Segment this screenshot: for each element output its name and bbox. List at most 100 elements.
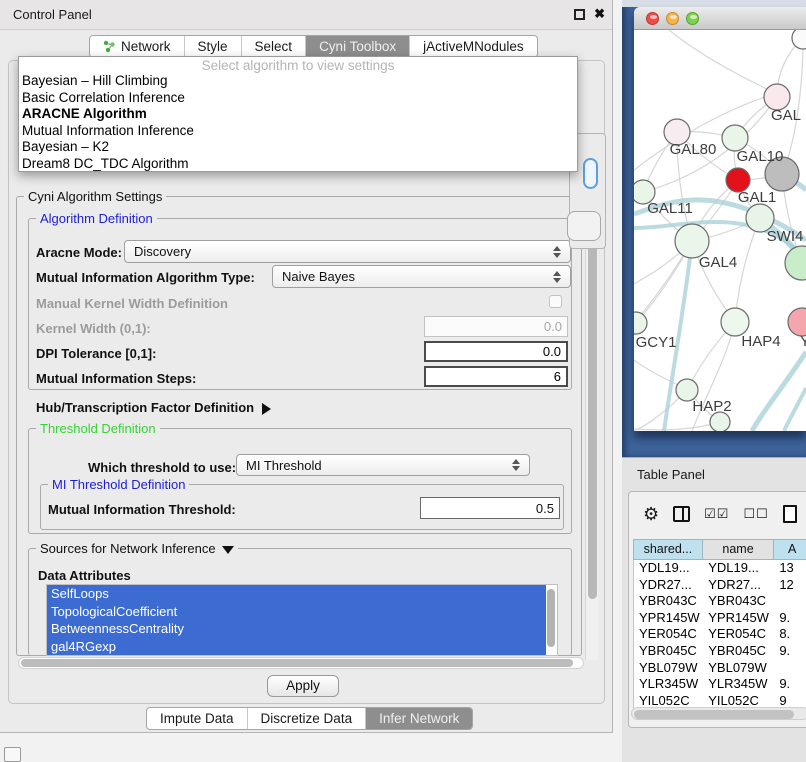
network-node-y[interactable]: [788, 308, 806, 336]
tab-network[interactable]: Network: [90, 36, 185, 57]
network-icon: [103, 40, 116, 53]
control-panel-title: Control Panel: [13, 7, 92, 22]
node-label: GCY1: [636, 334, 677, 351]
attribute-list-item[interactable]: SelfLoops: [47, 585, 546, 603]
attribute-list-item[interactable]: BetweennessCentrality: [47, 620, 546, 638]
data-attributes-list[interactable]: SelfLoopsTopologicalCoefficientBetweenne…: [46, 584, 558, 656]
tab-jactivemnodules[interactable]: jActiveMNodules: [410, 36, 537, 57]
settings-vertical-scrollbar[interactable]: [585, 192, 598, 660]
algorithm-option[interactable]: Bayesian – Hill Climbing: [19, 73, 577, 90]
attribute-list-item[interactable]: gal4RGexp: [47, 638, 546, 656]
table-panel-title: Table Panel: [637, 467, 705, 482]
table-cell: 9.: [774, 643, 806, 660]
tab-label: Select: [255, 39, 293, 54]
settings-hscrollbar-thumb[interactable]: [21, 659, 573, 667]
table-panel: Table Panel ⚙ ☑☑ ☐☐ shared...nameA YDL19…: [622, 457, 806, 762]
minimize-traffic-light-icon[interactable]: [666, 12, 679, 25]
sources-toggle[interactable]: Sources for Network Inference: [36, 541, 238, 556]
column-header-1[interactable]: shared...: [633, 539, 703, 560]
algorithm-option[interactable]: Mutual Information Inference: [19, 123, 577, 140]
network-node-gcy1[interactable]: [634, 312, 647, 334]
tab-label: Style: [198, 39, 228, 54]
table-hscrollbar-thumb[interactable]: [634, 710, 794, 719]
close-icon[interactable]: ✖: [594, 6, 605, 22]
node-label: GAL10: [737, 148, 784, 165]
node-label: GAL: [771, 107, 801, 124]
which-threshold-label: Which threshold to use:: [88, 460, 236, 475]
algorithm-option[interactable]: Bayesian – K2: [19, 139, 577, 156]
unchecked-boxes-icon[interactable]: ☐☐: [743, 506, 768, 522]
table-row[interactable]: YDL19...YDL19...13: [634, 560, 806, 577]
table-cell: YER054C: [634, 626, 703, 643]
checked-boxes-icon[interactable]: ☑☑: [704, 506, 729, 522]
network-edge: [669, 30, 777, 94]
algorithm-option[interactable]: ARACNE Algorithm: [19, 106, 577, 123]
table-cell: YPR145W: [634, 610, 703, 627]
manual-kernel-checkbox[interactable]: [549, 295, 562, 308]
table-row[interactable]: YBR043CYBR043C: [634, 593, 806, 610]
table-header-row: shared...nameA: [633, 539, 806, 560]
page-icon[interactable]: [783, 505, 797, 523]
minimized-panel-icon[interactable]: [4, 747, 21, 762]
dpi-tolerance-field[interactable]: 0.0: [424, 341, 568, 362]
tab-impute-data[interactable]: Impute Data: [147, 708, 248, 729]
float-icon[interactable]: [574, 9, 585, 20]
aracne-mode-select[interactable]: Discovery: [124, 240, 571, 263]
table-row[interactable]: YBR045CYBR045C9.: [634, 643, 806, 660]
which-threshold-select[interactable]: MI Threshold: [236, 454, 530, 476]
table-cell: YLR345W: [703, 676, 774, 693]
control-panel-titlebar[interactable]: Control Panel ✖: [0, 0, 612, 30]
table-horizontal-scrollbar[interactable]: [631, 707, 806, 720]
settings-horizontal-scrollbar[interactable]: [18, 657, 584, 669]
tab-discretize-data[interactable]: Discretize Data: [248, 708, 367, 729]
table-row[interactable]: YLR345WYLR345W9.: [634, 676, 806, 693]
table-row[interactable]: YDR27...YDR27...12: [634, 577, 806, 594]
node-label: GAL80: [670, 141, 717, 158]
column-header-2[interactable]: name: [703, 539, 775, 560]
apply-button[interactable]: Apply: [267, 675, 339, 697]
kernel-width-label: Kernel Width (0,1):: [36, 321, 151, 336]
table-row[interactable]: YER054CYER054C8.: [634, 626, 806, 643]
table-frame: ⚙ ☑☑ ☐☐ shared...nameA YDL19...YDL19...1…: [628, 491, 806, 728]
table-row[interactable]: YPR145WYPR145W9.: [634, 610, 806, 627]
mi-type-select[interactable]: Naive Bayes: [272, 265, 571, 288]
network-edge: [752, 352, 806, 431]
table-row[interactable]: YBL079WYBL079W: [634, 660, 806, 677]
node-label: SWI4: [767, 228, 804, 245]
zoom-traffic-light-icon[interactable]: [686, 12, 699, 25]
algorithm-option[interactable]: Basic Correlation Inference: [19, 90, 577, 107]
gear-icon[interactable]: ⚙: [643, 504, 659, 524]
table-cell: YER054C: [703, 626, 774, 643]
attributes-vertical-scrollbar[interactable]: [547, 589, 555, 647]
algorithm-option[interactable]: Dream8 DC_TDC Algorithm: [19, 156, 577, 173]
network-node-hap4[interactable]: [721, 308, 749, 336]
tab-infer-network[interactable]: Infer Network: [366, 708, 472, 729]
settings-scrollbar-thumb[interactable]: [588, 193, 597, 599]
table-cell: YDL19...: [703, 560, 774, 577]
column-header-3[interactable]: A: [774, 539, 806, 560]
network-node[interactable]: [792, 30, 806, 49]
table-cell: YDL19...: [634, 560, 703, 577]
tab-cyni-toolbox[interactable]: Cyni Toolbox: [306, 36, 410, 57]
tab-style[interactable]: Style: [185, 36, 242, 57]
kernel-width-field[interactable]: 0.0: [424, 316, 568, 337]
network-window-titlebar[interactable]: [634, 7, 806, 30]
table-cell: YLR345W: [634, 676, 703, 693]
hub-definition-toggle[interactable]: Hub/Transcription Factor Definition: [36, 400, 271, 415]
network-node[interactable]: [785, 246, 806, 280]
attribute-list-item[interactable]: TopologicalCoefficient: [47, 603, 546, 621]
table-toolbar: ⚙ ☑☑ ☐☐: [643, 502, 797, 526]
network-canvas[interactable]: GALGAL80GAL10GAL1GAL11SWI4GAL4GCY1HAP4YH…: [634, 30, 806, 431]
table-cell: YDR27...: [634, 577, 703, 594]
mi-threshold-field[interactable]: 0.5: [420, 497, 560, 519]
background-button-fragment: [567, 211, 601, 241]
close-traffic-light-icon[interactable]: [646, 12, 659, 25]
table-cell: YBL079W: [634, 660, 703, 677]
network-node-gal4[interactable]: [675, 224, 709, 258]
columns-icon[interactable]: [673, 506, 690, 522]
mi-type-label: Mutual Information Algorithm Type:: [36, 270, 255, 285]
tab-select[interactable]: Select: [242, 36, 307, 57]
algorithm-dropdown-prompt: Select algorithm to view settings: [19, 58, 577, 73]
table-cell: [774, 593, 806, 610]
mi-steps-field[interactable]: 6: [424, 366, 568, 387]
